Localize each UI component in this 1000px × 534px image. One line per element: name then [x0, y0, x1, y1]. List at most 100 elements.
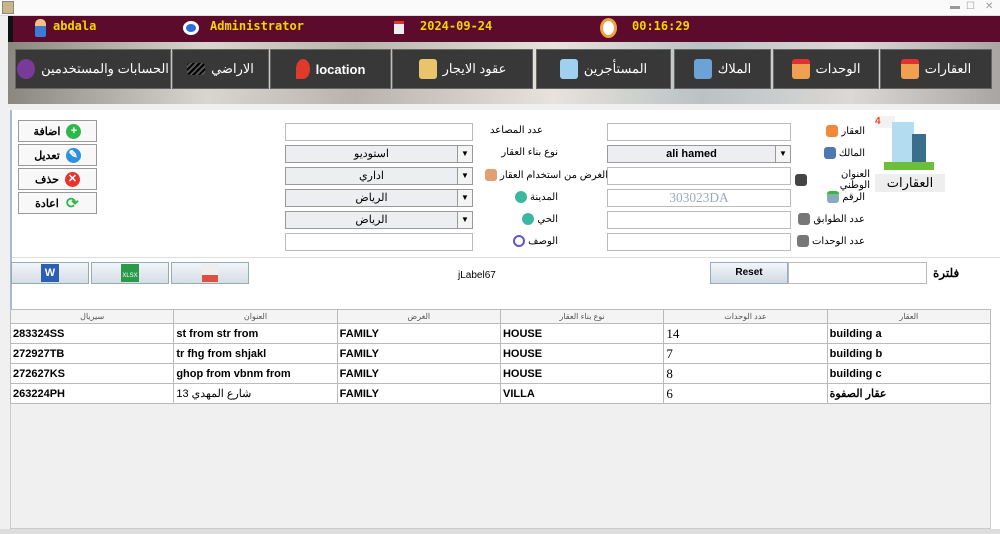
refresh-button[interactable]: اعادة ⟳ [18, 192, 97, 214]
table-cell[interactable]: HOUSE [499, 323, 665, 344]
table-cell[interactable]: 272927TB [9, 343, 175, 364]
floors-input[interactable] [607, 211, 791, 229]
nav-tenants[interactable]: المستأجرين [536, 49, 671, 89]
maximize-button[interactable]: ☐ [966, 1, 975, 12]
edit-button[interactable]: تعديل ✎ [18, 144, 97, 166]
column-header-units[interactable]: عدد الوحدات [663, 309, 828, 324]
reset-button[interactable]: Reset [710, 262, 788, 284]
column-header-usage[interactable]: الغرض [336, 309, 501, 324]
table-row[interactable]: 272927TB tr fhg from shjakl FAMILY HOUSE 7 bu… [9, 343, 992, 364]
calendar-icon [394, 21, 404, 34]
contract-icon [418, 59, 437, 79]
table-cell[interactable]: HOUSE [499, 363, 665, 384]
nav-label: الملاك [717, 61, 752, 76]
units-input[interactable] [607, 233, 791, 251]
filter-input[interactable] [788, 262, 927, 284]
land-icon [187, 63, 206, 75]
table-cell[interactable]: عقار الصفوة [826, 383, 992, 404]
city-select[interactable]: الرياض ▼ [285, 189, 473, 207]
people-icon [485, 169, 497, 181]
table-cell[interactable]: FAMILY [336, 363, 501, 384]
title-bar: ▬ ☐ ✕ [0, 0, 1000, 16]
nav-units[interactable]: الوحدات [773, 49, 879, 89]
table-cell[interactable]: 263224PH [9, 383, 175, 404]
property-input[interactable] [607, 123, 791, 141]
table-cell[interactable]: 14 [663, 323, 828, 344]
building-type-label: نوع بناء العقار [501, 147, 558, 158]
table-cell[interactable]: 283324SS [9, 323, 175, 344]
number-input[interactable] [607, 189, 791, 207]
table-cell[interactable]: 6 [663, 383, 828, 404]
building-icon [884, 122, 934, 172]
filter-label: فلترة [933, 266, 960, 280]
status-header: abdala Administrator 2024-09-24 00:16:29 [8, 16, 1000, 42]
location-pin-icon [295, 59, 310, 79]
table-cell[interactable]: FAMILY [336, 323, 501, 344]
close-button[interactable]: ✕ [985, 1, 993, 12]
district-select[interactable]: الرياض ▼ [285, 211, 473, 229]
table-row[interactable]: 263224PH 13 شارع المهدي FAMILY VILLA 6 عقار ا… [9, 383, 992, 404]
owner-label: المالك [795, 147, 865, 159]
chevron-down-icon[interactable]: ▼ [457, 212, 472, 228]
usage-select[interactable]: اداري ▼ [285, 167, 473, 185]
tenant-icon [559, 59, 578, 79]
add-button[interactable]: اضافة + [18, 120, 97, 142]
properties-caption: العقارات [875, 174, 945, 192]
export-word-button[interactable]: W [11, 262, 89, 284]
users-icon [17, 59, 36, 79]
national-address-label: العنوان الوطني [795, 169, 870, 191]
building-type-select[interactable]: استوديو ▼ [285, 145, 473, 163]
chevron-down-icon[interactable]: ▼ [457, 146, 472, 162]
table-cell[interactable]: st from str from [173, 323, 338, 344]
table-cell[interactable]: 7 [663, 343, 828, 364]
export-pdf-button[interactable] [171, 262, 249, 284]
property-label: العقار [795, 125, 865, 137]
elevators-label: عدد المصاعد [490, 125, 543, 136]
table-cell[interactable]: 8 [663, 363, 828, 384]
units-label: عدد الوحدات [795, 235, 865, 247]
table-cell[interactable]: tr fhg from shjakl [173, 343, 338, 364]
nav-leases[interactable]: عقود الايجار [392, 49, 533, 89]
status-label: jLabel67 [458, 270, 496, 281]
usage-label: الغرض من استخدام العقار [478, 169, 608, 181]
table-cell[interactable]: building c [826, 363, 992, 384]
edit-label: تعديل [34, 149, 60, 162]
nav-properties[interactable]: العقارات [880, 49, 992, 89]
table-row[interactable]: 283324SS st from str from FAMILY HOUSE 14 bui… [9, 323, 992, 344]
description-input[interactable] [285, 233, 473, 251]
chevron-down-icon[interactable]: ▼ [457, 190, 472, 206]
table-row[interactable]: 272627KS ghop from vbnm from FAMILY HOUSE 8 b… [9, 363, 992, 384]
add-label: اضافة [33, 125, 61, 138]
floors-icon [798, 213, 811, 225]
nav-accounts-users[interactable]: الحسابات والمستخدمين [15, 49, 171, 89]
eye-icon [183, 21, 199, 35]
house-icon [791, 59, 810, 79]
export-excel-button[interactable]: XLSX [91, 262, 169, 284]
nav-owners[interactable]: الملاك [674, 49, 771, 89]
column-header-building-type[interactable]: نوع بناء العقار [499, 309, 665, 324]
column-header-serial[interactable]: سيريال [9, 309, 175, 324]
table-cell[interactable]: ghop from vbnm from [173, 363, 338, 384]
table-cell[interactable]: FAMILY [336, 383, 501, 404]
pencil-icon: ✎ [65, 147, 81, 163]
owner-select[interactable]: ali hamed ▼ [607, 145, 791, 163]
elevators-input[interactable] [285, 123, 473, 141]
nav-location[interactable]: location [270, 49, 391, 89]
table-cell[interactable]: VILLA [499, 383, 665, 404]
table-cell[interactable]: 272627KS [9, 363, 175, 384]
table-cell[interactable]: 13 شارع المهدي [173, 383, 338, 404]
column-header-address[interactable]: العنوان [173, 309, 338, 324]
table-cell[interactable]: HOUSE [499, 343, 665, 364]
national-address-input[interactable] [607, 167, 791, 185]
column-header-property[interactable]: العقار [826, 309, 992, 324]
nav-lands[interactable]: الاراضي [172, 49, 269, 89]
table-cell[interactable]: building a [826, 323, 992, 344]
delete-button[interactable]: حذف ✕ [18, 168, 97, 190]
minimize-button[interactable]: ▬ [950, 1, 960, 12]
username: abdala [53, 19, 97, 33]
table-cell[interactable]: building b [826, 343, 992, 364]
divider [12, 257, 1000, 258]
chevron-down-icon[interactable]: ▼ [457, 168, 472, 184]
table-cell[interactable]: FAMILY [336, 343, 501, 364]
chevron-down-icon[interactable]: ▼ [775, 146, 790, 162]
